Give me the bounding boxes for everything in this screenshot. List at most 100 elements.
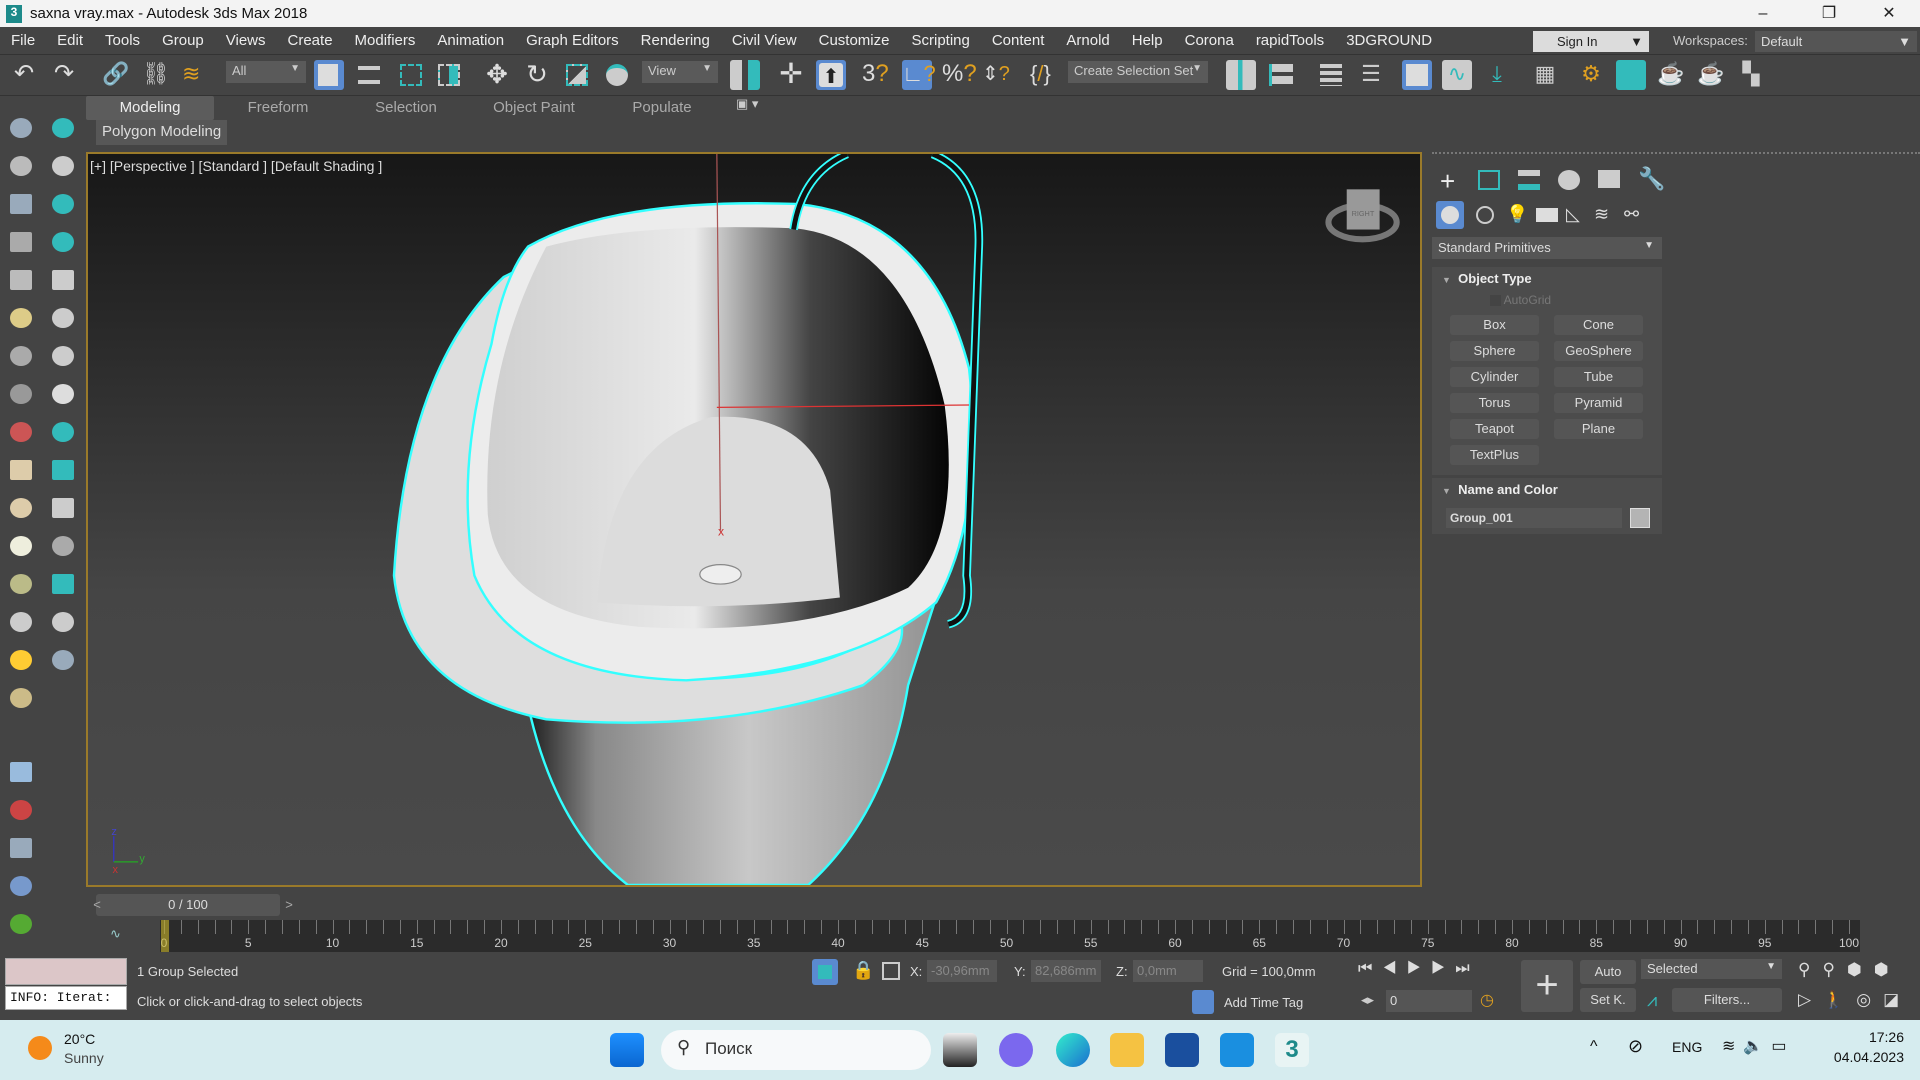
cylinder-button[interactable]: Cylinder	[1450, 367, 1539, 387]
angle-snap-icon[interactable]: ∟?	[902, 60, 936, 90]
teams-chat-icon[interactable]	[999, 1033, 1033, 1067]
systems-category-icon[interactable]: ⚯	[1624, 204, 1639, 225]
menu-create[interactable]: Create	[277, 32, 344, 49]
helpers-category-icon[interactable]: ◺	[1566, 204, 1580, 225]
cloud-icon[interactable]	[10, 156, 32, 176]
video-camera-icon[interactable]	[52, 536, 74, 556]
isolate-selection-icon[interactable]	[812, 959, 838, 985]
close-button[interactable]: ✕	[1866, 0, 1912, 27]
modify-tab-icon[interactable]	[1478, 170, 1500, 190]
move-icon[interactable]: ✥	[482, 60, 512, 90]
polygon-modeling-panel[interactable]: Polygon Modeling	[96, 120, 228, 145]
clock-time[interactable]: 17:26	[1840, 1029, 1904, 1045]
selection-filter-dropdown[interactable]: All ▼	[226, 61, 306, 83]
maxscript-listener-mini[interactable]	[5, 958, 127, 985]
tree-icon[interactable]	[52, 308, 74, 328]
set-key-big-button[interactable]: +	[1521, 960, 1573, 1012]
bulb-icon[interactable]	[10, 308, 32, 328]
file-explorer-icon[interactable]	[1110, 1033, 1144, 1067]
menu-edit[interactable]: Edit	[46, 32, 94, 49]
onedrive-offline-icon[interactable]: ⊘	[1628, 1036, 1643, 1057]
cone-icon[interactable]	[10, 612, 32, 632]
zoom-extents-all-icon[interactable]: ⬢	[1874, 960, 1901, 979]
viewport-layout-icon[interactable]: ▚	[1736, 60, 1766, 90]
render-production-icon[interactable]: ☕	[1656, 60, 1686, 90]
rendered-frame-window-icon[interactable]	[1616, 60, 1646, 90]
menu-graph-editors[interactable]: Graph Editors	[515, 32, 630, 49]
cameras-category-icon[interactable]	[1536, 208, 1558, 222]
start-button[interactable]	[610, 1033, 644, 1067]
rotate-icon[interactable]: ↻	[522, 60, 552, 90]
next-frame-button[interactable]: >	[282, 894, 296, 916]
scene-explorer-icon[interactable]	[1316, 60, 1346, 90]
menu-content[interactable]: Content	[981, 32, 1056, 49]
default-in-out-tangents-icon[interactable]: ⩘	[1647, 990, 1657, 1011]
zoom-icon[interactable]: ⚲	[1798, 960, 1822, 979]
pivot-center-icon[interactable]	[730, 60, 760, 90]
layer-explorer-icon[interactable]: ☰	[1356, 60, 1386, 90]
placement-icon[interactable]	[602, 60, 632, 90]
next-key-button[interactable]: ▶	[1431, 960, 1455, 977]
spinner-snap-icon[interactable]: ⇕?	[982, 60, 1012, 90]
globe-icon[interactable]	[52, 422, 74, 442]
key-mode-toggle-icon[interactable]: ◂▸	[1361, 992, 1374, 1008]
figure-icon[interactable]	[52, 346, 74, 366]
object-name-input[interactable]: Group_001	[1446, 508, 1622, 528]
autogrid-checkbox[interactable]: AutoGrid	[1490, 293, 1551, 307]
go-to-end-button[interactable]: ⏭	[1455, 960, 1479, 977]
tab-freeform[interactable]: Freeform	[214, 96, 342, 120]
light-probe-icon[interactable]	[52, 650, 74, 670]
tab-modeling[interactable]: Modeling	[86, 96, 214, 120]
material-editor-icon[interactable]: ▦	[1530, 60, 1560, 90]
scale-icon[interactable]	[562, 60, 592, 90]
panel-grip[interactable]	[1432, 152, 1920, 154]
walk-through-icon[interactable]: 🚶	[1823, 990, 1856, 1009]
lights-category-icon[interactable]: 💡	[1506, 204, 1528, 225]
tower-icon[interactable]	[10, 838, 32, 858]
utilities-tab-icon[interactable]: 🔧	[1638, 166, 1665, 192]
snaps-toggle-icon[interactable]: 3?	[862, 60, 892, 90]
time-slider[interactable]: < 0 / 100 >	[93, 894, 293, 916]
mirror-icon[interactable]	[1226, 60, 1256, 90]
create-tab-icon[interactable]: +	[1440, 166, 1455, 197]
curve-editor-icon[interactable]: ∿	[1442, 60, 1472, 90]
primitive-type-dropdown[interactable]: Standard Primitives ▼	[1432, 237, 1662, 259]
tab-populate[interactable]: Populate	[598, 96, 726, 120]
tube-button[interactable]: Tube	[1554, 367, 1643, 387]
timeline-track[interactable]: 0510152025303540455055606570758085909510…	[160, 920, 1860, 952]
previous-key-button[interactable]: ◀	[1382, 960, 1406, 977]
go-to-start-button[interactable]: ⏮	[1358, 960, 1382, 977]
object-color-swatch[interactable]	[1630, 508, 1650, 528]
menu-scripting[interactable]: Scripting	[900, 32, 980, 49]
trees-icon[interactable]	[52, 232, 74, 252]
tab-object-paint[interactable]: Object Paint	[470, 96, 598, 120]
render-setup-icon[interactable]: ⚙	[1576, 60, 1606, 90]
bathtub-model[interactable]	[392, 150, 984, 887]
grid-icon[interactable]	[52, 460, 74, 480]
menu-file[interactable]: File	[0, 32, 46, 49]
menu-customize[interactable]: Customize	[808, 32, 901, 49]
key-filters-button[interactable]: Filters...	[1672, 988, 1782, 1012]
absolute-mode-icon[interactable]	[882, 962, 900, 980]
search-box[interactable]: ⚲ Поиск	[661, 1030, 931, 1070]
helper-icon[interactable]	[10, 346, 32, 366]
z-coordinate-field[interactable]: 0,0mm	[1133, 960, 1203, 982]
menu-tools[interactable]: Tools	[94, 32, 151, 49]
space-warps-category-icon[interactable]: ≋	[1594, 204, 1609, 225]
show-hidden-icons-button[interactable]: ^	[1590, 1038, 1598, 1056]
menu-civil-view[interactable]: Civil View	[721, 32, 808, 49]
gear-cloud-icon[interactable]	[10, 876, 32, 896]
zoom-extents-icon[interactable]: ⬢	[1847, 960, 1874, 979]
auto-key-button[interactable]: Auto	[1580, 960, 1636, 984]
weather-sun-icon[interactable]	[28, 1036, 52, 1060]
add-time-tag-button[interactable]: Add Time Tag	[1224, 995, 1303, 1010]
percent-snap-icon[interactable]: %?	[942, 60, 977, 90]
select-by-name-icon[interactable]	[354, 60, 384, 90]
undo-icon[interactable]: ↶	[14, 60, 44, 90]
scatter-icon[interactable]	[10, 762, 32, 782]
language-indicator[interactable]: ENG	[1672, 1039, 1702, 1055]
select-manipulate-icon[interactable]: ✛	[776, 60, 806, 90]
menu-rendering[interactable]: Rendering	[630, 32, 721, 49]
microsoft-store-icon[interactable]	[1165, 1033, 1199, 1067]
teapot-icon[interactable]	[10, 118, 32, 138]
